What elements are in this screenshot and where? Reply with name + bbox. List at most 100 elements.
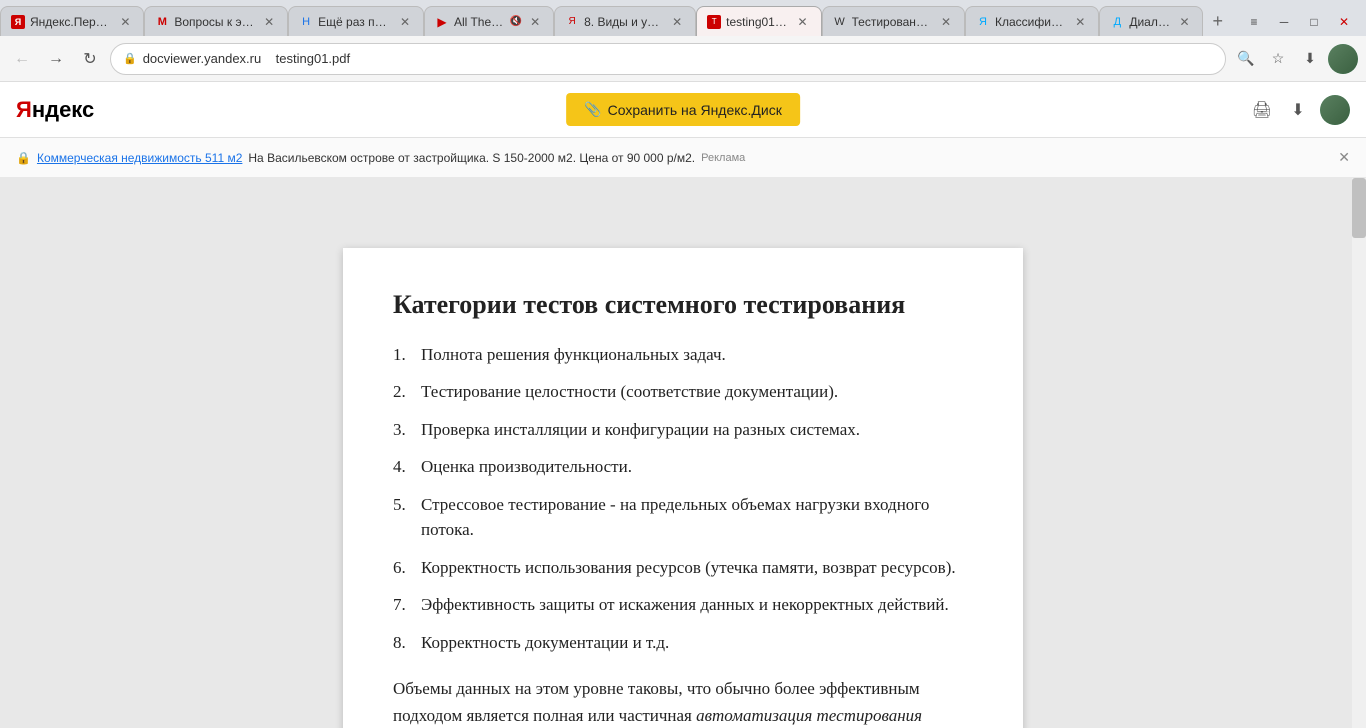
tab-close-8[interactable]: ✕ bbox=[1072, 14, 1088, 30]
new-tab-button[interactable]: + bbox=[1203, 6, 1232, 36]
tab-dialogi[interactable]: Д Диалоги ✕ bbox=[1099, 6, 1203, 36]
tab-label-8: Классифика... bbox=[995, 15, 1067, 29]
save-button-wrapper: 📎 Сохранить на Яндекс.Диск bbox=[566, 93, 800, 126]
ad-description: На Васильевском острове от застройщика. … bbox=[248, 151, 695, 165]
tab-mute-icon[interactable]: 🔇 bbox=[510, 16, 522, 27]
list-num-6: 6. bbox=[393, 555, 421, 581]
pdf-paragraph-italic: автоматизация тестирования bbox=[696, 706, 922, 725]
lock-icon: 🔒 bbox=[123, 52, 137, 65]
tab-close-3[interactable]: ✕ bbox=[397, 14, 413, 30]
download-button[interactable]: ⬇ bbox=[1296, 45, 1324, 73]
header-download-button[interactable]: ⬇ bbox=[1284, 96, 1312, 124]
print-button[interactable]: 🖨 bbox=[1248, 96, 1276, 124]
list-text-7: Эффективность защиты от искажения данных… bbox=[421, 592, 973, 618]
tab-favicon-7: W bbox=[833, 15, 847, 29]
tab-classification[interactable]: Я Классифика... ✕ bbox=[965, 6, 1099, 36]
address-path: testing01.pdf bbox=[276, 51, 350, 66]
save-icon: 📎 bbox=[584, 101, 601, 118]
tab-favicon-3: Н bbox=[299, 15, 313, 29]
tab-favicon-4: ▶ bbox=[435, 15, 449, 29]
tab-yandex-translate[interactable]: Я Яндекс.Перев... ✕ bbox=[0, 6, 144, 36]
ad-link[interactable]: Коммерческая недвижимость 511 м2 bbox=[37, 151, 242, 165]
ad-close-button[interactable]: ✕ bbox=[1338, 149, 1350, 166]
search-button[interactable]: 🔍 bbox=[1232, 45, 1260, 73]
yandex-header: Я ндекс 📎 Сохранить на Яндекс.Диск 🖨 ⬇ bbox=[0, 82, 1366, 138]
tab-youtube[interactable]: ▶ All The T... 🔇 ✕ bbox=[424, 6, 554, 36]
window-controls: ≡ ─ □ ✕ bbox=[1232, 8, 1366, 36]
list-text-2: Тестирование целостности (соответствие д… bbox=[421, 379, 973, 405]
pdf-list: 1. Полнота решения функциональных задач.… bbox=[393, 342, 973, 656]
bookmark-button[interactable]: ☆ bbox=[1264, 45, 1292, 73]
avatar-image bbox=[1328, 44, 1358, 74]
tab-label-4: All The T... bbox=[454, 15, 505, 29]
header-right-controls: 🖨 ⬇ bbox=[1248, 95, 1350, 125]
list-text-8: Корректность документации и т.д. bbox=[421, 630, 973, 656]
list-text-4: Оценка производительности. bbox=[421, 454, 973, 480]
tab-favicon-6: T bbox=[707, 15, 721, 29]
list-text-3: Проверка инсталляции и конфигурации на р… bbox=[421, 417, 973, 443]
tab-close-1[interactable]: ✕ bbox=[117, 14, 133, 30]
reload-button[interactable]: ↻ bbox=[76, 45, 104, 73]
tab-close-7[interactable]: ✕ bbox=[938, 14, 954, 30]
tab-gmail[interactable]: M Вопросы к экз... ✕ bbox=[144, 6, 288, 36]
toolbar-right: 🔍 ☆ ⬇ bbox=[1232, 44, 1358, 74]
list-item: 7. Эффективность защиты от искажения дан… bbox=[393, 592, 973, 618]
scroll-thumb[interactable] bbox=[1352, 178, 1366, 238]
pdf-page: Категории тестов системного тестирования… bbox=[343, 248, 1023, 728]
close-window-button[interactable]: ✕ bbox=[1330, 8, 1358, 36]
tab-close-4[interactable]: ✕ bbox=[527, 14, 543, 30]
minimize-button[interactable]: ─ bbox=[1270, 8, 1298, 36]
list-num-5: 5. bbox=[393, 492, 421, 543]
tab-close-6[interactable]: ✕ bbox=[795, 14, 811, 30]
tab-close-2[interactable]: ✕ bbox=[261, 14, 277, 30]
tab-testing01[interactable]: T testing01.p... ✕ bbox=[696, 6, 821, 36]
list-text-6: Корректность использования ресурсов (уте… bbox=[421, 555, 973, 581]
list-num-7: 7. bbox=[393, 592, 421, 618]
pdf-paragraph: Объемы данных на этом уровне таковы, что… bbox=[393, 675, 973, 728]
tab-favicon-8: Я bbox=[976, 15, 990, 29]
list-item: 3. Проверка инсталляции и конфигурации н… bbox=[393, 417, 973, 443]
scroll-track[interactable] bbox=[1352, 178, 1366, 728]
yandex-logo-y: Я bbox=[16, 97, 32, 123]
tab-favicon-9: Д bbox=[1110, 15, 1124, 29]
list-num-4: 4. bbox=[393, 454, 421, 480]
tab-label-7: Тестирование... bbox=[852, 15, 934, 29]
back-button[interactable]: ← bbox=[8, 45, 36, 73]
tab-label-3: Ещё раз про... bbox=[318, 15, 392, 29]
tab-blue[interactable]: Н Ещё раз про... ✕ bbox=[288, 6, 424, 36]
tab-label-9: Диалоги bbox=[1129, 15, 1171, 29]
list-num-1: 1. bbox=[393, 342, 421, 368]
address-domain: docviewer.yandex.ru bbox=[143, 51, 262, 66]
tab-label-2: Вопросы к экз... bbox=[174, 15, 256, 29]
tab-yandex-doc[interactable]: Я 8. Виды и уро... ✕ bbox=[554, 6, 696, 36]
yandex-logo[interactable]: Я ндекс bbox=[16, 97, 94, 123]
avatar[interactable] bbox=[1328, 44, 1358, 74]
tab-close-5[interactable]: ✕ bbox=[669, 14, 685, 30]
maximize-button[interactable]: □ bbox=[1300, 8, 1328, 36]
list-num-2: 2. bbox=[393, 379, 421, 405]
address-bar[interactable]: 🔒 docviewer.yandex.ru testing01.pdf bbox=[110, 43, 1226, 75]
list-item: 5. Стрессовое тестирование - на предельн… bbox=[393, 492, 973, 543]
list-num-3: 3. bbox=[393, 417, 421, 443]
tab-favicon-2: M bbox=[155, 15, 169, 29]
tab-favicon-1: Я bbox=[11, 15, 25, 29]
list-text-5: Стрессовое тестирование - на предельных … bbox=[421, 492, 973, 543]
window-menu-button[interactable]: ≡ bbox=[1240, 8, 1268, 36]
list-item: 8. Корректность документации и т.д. bbox=[393, 630, 973, 656]
tab-close-9[interactable]: ✕ bbox=[1176, 14, 1192, 30]
tab-bar: Я Яндекс.Перев... ✕ M Вопросы к экз... ✕… bbox=[0, 0, 1366, 36]
ad-bar: 🔒 Коммерческая недвижимость 511 м2 На Ва… bbox=[0, 138, 1366, 178]
header-avatar[interactable] bbox=[1320, 95, 1350, 125]
tab-label-5: 8. Виды и уро... bbox=[584, 15, 664, 29]
ad-label: Реклама bbox=[701, 152, 745, 164]
tab-favicon-5: Я bbox=[565, 15, 579, 29]
list-text-1: Полнота решения функциональных задач. bbox=[421, 342, 973, 368]
pdf-title: Категории тестов системного тестирования bbox=[393, 288, 973, 322]
address-text: docviewer.yandex.ru testing01.pdf bbox=[143, 51, 1213, 66]
forward-button[interactable]: → bbox=[42, 45, 70, 73]
tab-label-6: testing01.p... bbox=[726, 15, 789, 29]
tab-wiki[interactable]: W Тестирование... ✕ bbox=[822, 6, 966, 36]
list-item: 6. Корректность использования ресурсов (… bbox=[393, 555, 973, 581]
header-avatar-image bbox=[1320, 95, 1350, 125]
save-to-yandex-disk-button[interactable]: 📎 Сохранить на Яндекс.Диск bbox=[566, 93, 800, 126]
